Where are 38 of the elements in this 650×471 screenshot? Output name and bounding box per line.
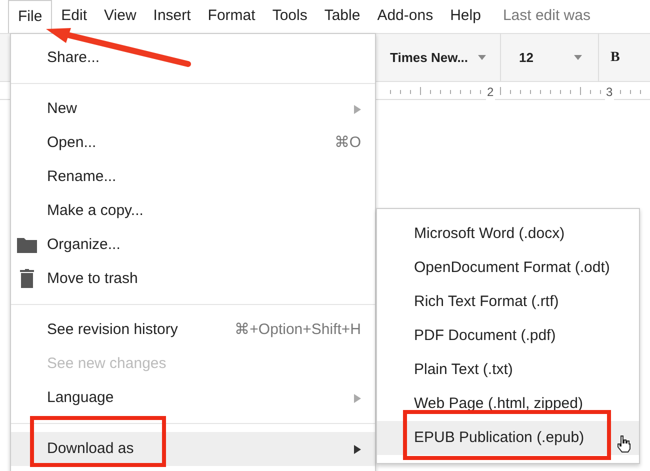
menu-item[interactable]: New	[11, 92, 375, 126]
menu-item[interactable]: EPUB Publication (.epub)	[377, 421, 639, 455]
menu-bar-item[interactable]: View	[96, 0, 144, 33]
folder-icon	[17, 238, 37, 253]
menu-item[interactable]: Share...	[11, 41, 375, 75]
menu-item[interactable]: Download as	[11, 432, 375, 466]
menu-item[interactable]: Organize...	[11, 228, 375, 262]
menu-bar-item[interactable]: Tools	[264, 0, 316, 33]
menu-item[interactable]: Language	[11, 381, 375, 415]
menu-item[interactable]: Rich Text Format (.rtf)	[377, 285, 639, 319]
menu-bar-item[interactable]: Insert	[145, 0, 199, 33]
menu-item[interactable]: Rename...	[11, 160, 375, 194]
menu-item[interactable]: Open... ⌘O	[11, 126, 375, 160]
menu-bar-item[interactable]: Edit	[53, 0, 96, 33]
menu-item[interactable]: Microsoft Word (.docx)	[377, 217, 639, 251]
menu-bar-item[interactable]: Help	[442, 0, 489, 33]
trash-icon	[20, 269, 34, 288]
bold-button[interactable]: B	[610, 47, 620, 68]
caret-icon	[574, 55, 582, 60]
menu-item[interactable]: Web Page (.html, zipped)	[377, 387, 639, 421]
menu-bar-item[interactable]: Format	[200, 0, 264, 33]
submenu-arrow-icon	[354, 394, 361, 402]
hand-cursor-icon	[617, 435, 631, 453]
menu-item[interactable]: Plain Text (.txt)	[377, 353, 639, 387]
shortcut-label: ⌘O	[334, 132, 361, 153]
menu-bar-item[interactable]: Table	[316, 0, 368, 33]
menu-item[interactable]: Move to trash	[11, 262, 375, 296]
menu-item[interactable]: Make a copy...	[11, 194, 375, 228]
menu-item[interactable]: OpenDocument Format (.odt)	[377, 251, 639, 285]
submenu-arrow-icon	[354, 104, 361, 114]
menu-bar-item[interactable]: File	[8, 0, 52, 33]
menu-item[interactable]: See revision history ⌘+Option+Shift+H	[11, 313, 375, 347]
shortcut-label: ⌘+Option+Shift+H	[234, 320, 361, 340]
caret-icon	[478, 55, 486, 60]
menu-item[interactable]: PDF Document (.pdf)	[377, 319, 639, 353]
submenu-arrow-icon	[354, 444, 361, 454]
last-edit-status: Last edit was	[502, 6, 590, 26]
menu-bar-item[interactable]: Add-ons	[369, 0, 442, 33]
